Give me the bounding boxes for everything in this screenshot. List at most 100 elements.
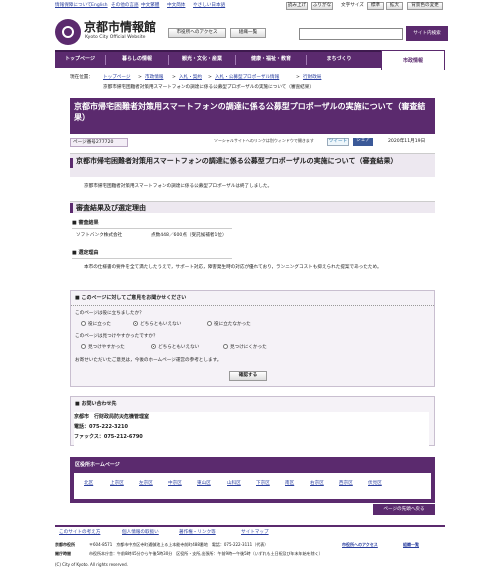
footer-links: このサイトの考え方 個人情報の取扱い 著作権・リンク等 サイトマップ [55,525,445,537]
feedback-box: ■ このページに対してご意見をお聞かせください このページは役に立ちましたか？ … [70,290,435,387]
section1-header: 京都市帰宅困難者対策用スマートフォンの調達に係る公募型プロポーザルの実施について… [70,153,435,177]
q2-option-easy-label: 見つけやすかった [88,345,125,350]
q2-option-neutral[interactable]: どちらともいえない [151,344,199,351]
section-marker [70,158,73,168]
utility-bar: 情報保障について English その他の言語 中文繁體 中文简体 やさしい日本… [55,2,495,11]
footer-hours: 市役所本庁舎：午前8時45分から午後5時30分 区役所・支所,出張所：午前9時～… [89,551,323,556]
contact-heading: お問い合わせ先 [81,401,117,407]
breadcrumb-item-bureau[interactable]: 行財政局 [303,75,321,81]
q2-option-easy[interactable]: 見つけやすかった [81,344,125,351]
search-input[interactable] [299,28,403,40]
radio-icon[interactable] [81,321,86,326]
section-marker [70,203,73,213]
publish-date: 2020年11月19日 [388,139,426,144]
page-title: 京都市帰宅困難者対策用スマートフォンの調達に係る公募型プロポーザルの実施について… [74,102,426,122]
nav-item-living[interactable]: 暮らしの情報 [106,56,168,63]
contact-heading-row: ■ お問い合わせ先 [75,401,117,408]
nav-item-health[interactable]: 健康・福祉・教育 [236,56,306,63]
ward-link-kita[interactable]: 北区 [84,481,93,487]
contact-tel: 電話：075-222-3210 [74,424,128,430]
util-link-accessibility[interactable]: 情報保障について [55,3,92,9]
footer-info: 京都市役所 〒604-8571 京都市中京区寺町通御池上る上本能寺前町488番地… [55,541,445,569]
reason-heading: ■ 選定理由 [72,250,232,259]
breadcrumb-sep: > [172,75,176,80]
util-link-english[interactable]: English [91,3,108,9]
radio-icon[interactable] [151,344,156,349]
feedback-heading: このページに対してご意見をお聞かせください [81,295,187,301]
org-list-button[interactable]: 組織一覧 [230,28,266,38]
theme-button[interactable]: 背景色の変更 [407,2,443,10]
site-logo-sub: Kyoto City Official Website [85,35,146,40]
read-aloud-button[interactable]: 読み上げ [286,2,308,10]
social-note: ソーシャルサイトへのリンクは別ウィンドウで開きます [214,138,314,143]
reason-text: 本市の仕様書の要件を全て満たしたうえで，サポート対応，障害発生時の対応が優れてお… [84,265,382,270]
feedback-heading-row: ■ このページに対してご意見をお聞かせください [71,295,434,306]
tweet-button[interactable]: ツイート [327,138,349,146]
contact-fax: ファックス：075-212-6790 [74,434,143,440]
ward-link-yamashina[interactable]: 山科区 [227,481,241,487]
feedback-q2: このページは見つけやすかったですか？ [75,334,158,339]
page-title-box: 京都市帰宅困難者対策用スマートフォンの調達に係る公募型プロポーザルの実施について… [70,98,435,134]
ward-link-nishikyo[interactable]: 西京区 [339,481,353,487]
breadcrumb-item-top[interactable]: トップページ [103,75,130,81]
footer-link-policy[interactable]: このサイトの考え方 [59,530,100,536]
reason-title: 選定理由 [78,250,99,256]
breadcrumb-label: 現在位置： [70,75,93,80]
wards-list: 北区 上京区 左京区 中京区 東山区 山科区 下京区 南区 右京区 西京区 伏見… [74,473,431,499]
footer-access-link[interactable]: 市役所へのアクセス [342,541,378,548]
util-link-easy-jp[interactable]: やさしい日本語 [193,3,225,9]
nav-item-city-admin[interactable]: 市政情報 [381,50,445,70]
ward-link-higashiyama[interactable]: 東山区 [197,481,211,487]
feedback-submit-button[interactable]: 確認する [229,371,267,381]
nav-item-top[interactable]: トップページ [55,56,105,63]
breadcrumb-current: 京都市帰宅困難者対策用スマートフォンの調達に係る公募型プロポーザルの実施について… [103,85,314,90]
site-logo[interactable]: 京都市情報館 [84,20,156,34]
radio-icon[interactable] [133,321,138,326]
share-button[interactable]: シェア [353,138,373,146]
search-button[interactable]: サイト内検索 [406,26,448,41]
page-top-button[interactable]: ページの先頭へ戻る [373,504,435,515]
q2-option-neutral-label: どちらともいえない [158,345,200,350]
ward-link-minami[interactable]: 南区 [285,481,294,487]
review-result-title: 審査結果 [78,220,99,226]
breadcrumb-sep: > [208,75,212,80]
nav-item-tourism[interactable]: 観光・文化・産業 [169,56,235,63]
ward-link-kamigyo[interactable]: 上京区 [110,481,124,487]
breadcrumb-item-proposal[interactable]: 入札・公募型プロポーザル情報 [215,75,279,81]
breadcrumb-item-bid[interactable]: 入札・契約 [179,75,202,81]
breadcrumb-item-city-admin[interactable]: 市政情報 [145,75,163,81]
util-link-zh-tw[interactable]: 中文繁體 [141,3,159,9]
furigana-button[interactable]: ふりがな [311,2,333,10]
q1-option-neutral[interactable]: どちらともいえない [133,321,181,328]
q1-option-not-useful-label: 役に立たなかった [214,322,251,327]
q1-option-useful-label: 役に立った [88,322,111,327]
footer-org-link[interactable]: 組織一覧 [403,541,419,548]
radio-icon[interactable] [81,344,86,349]
footer-link-privacy[interactable]: 個人情報の取扱い [122,530,159,536]
font-size-label: 文字サイズ [341,3,364,8]
breadcrumb-sep: > [138,75,142,80]
ward-link-sakyo[interactable]: 左京区 [139,481,153,487]
ward-link-fushimi[interactable]: 伏見区 [368,481,382,487]
font-size-standard[interactable]: 標準 [367,2,384,10]
util-link-zh-cn[interactable]: 中文简体 [167,3,185,9]
access-button[interactable]: 市役所へのアクセス [168,28,226,38]
ward-link-ukyo[interactable]: 右京区 [310,481,324,487]
ward-link-shimogyo[interactable]: 下京区 [256,481,270,487]
font-size-large[interactable]: 拡大 [386,2,403,10]
nav-item-town[interactable]: まちづくり [307,56,371,63]
radio-icon[interactable] [223,344,228,349]
result-company: ソフトバンク株式会社 [76,233,123,238]
util-link-other[interactable]: その他の言語 [111,3,139,9]
q1-option-not-useful[interactable]: 役に立たなかった [207,321,251,328]
ward-link-nakagyo[interactable]: 中京区 [168,481,182,487]
footer-link-sitemap[interactable]: サイトマップ [241,530,269,536]
q2-option-hard[interactable]: 見つけにくかった [223,344,267,351]
radio-icon[interactable] [207,321,212,326]
q1-option-useful[interactable]: 役に立った [81,321,111,328]
wards-heading: 区役所ホームページ [75,462,120,468]
review-result-heading: ■ 審査結果 [72,220,232,229]
section2-header: 審査結果及び選定理由 [70,201,435,213]
footer-link-copyright[interactable]: 著作権・リンク等 [179,530,216,536]
q1-option-neutral-label: どちらともいえない [140,322,182,327]
